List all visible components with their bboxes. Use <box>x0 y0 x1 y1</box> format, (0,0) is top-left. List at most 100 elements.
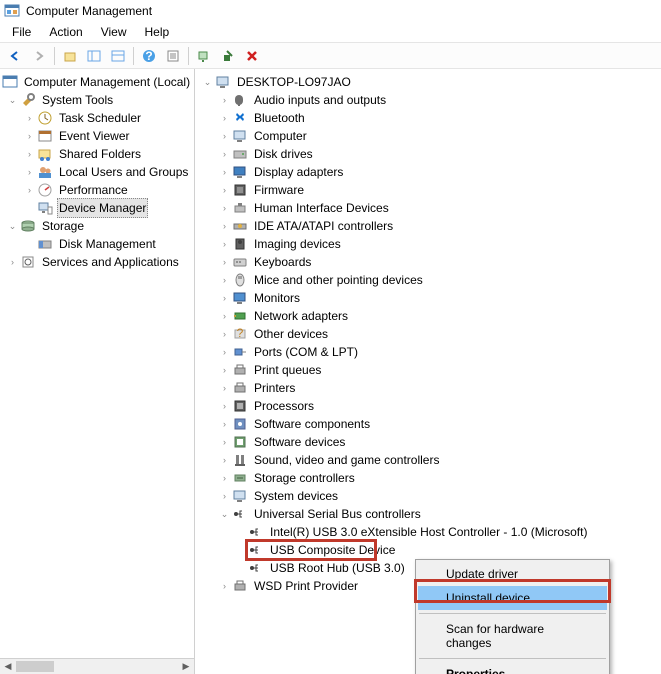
computer-icon <box>215 74 231 90</box>
device-category[interactable]: ›Firmware <box>201 181 661 199</box>
device-category[interactable]: ›Software devices <box>201 433 661 451</box>
expand-icon[interactable]: › <box>218 490 231 503</box>
detail-button[interactable] <box>162 45 184 67</box>
forward-button[interactable] <box>28 45 50 67</box>
expand-icon[interactable]: › <box>23 166 36 179</box>
scan-button[interactable] <box>193 45 215 67</box>
device-category[interactable]: ›Computer <box>201 127 661 145</box>
tree-task-scheduler[interactable]: ›Task Scheduler <box>2 109 194 127</box>
scroll-left-button[interactable]: ◀ <box>0 659 16 674</box>
menu-uninstall-device[interactable]: Uninstall device <box>418 586 607 610</box>
collapse-icon[interactable]: ⌄ <box>201 76 214 89</box>
device-category[interactable]: ›Print queues <box>201 361 661 379</box>
device-category[interactable]: ›Monitors <box>201 289 661 307</box>
device-usb-intel[interactable]: Intel(R) USB 3.0 eXtensible Host Control… <box>201 523 661 541</box>
expand-icon[interactable]: › <box>218 166 231 179</box>
help-button[interactable]: ? <box>138 45 160 67</box>
back-button[interactable] <box>4 45 26 67</box>
device-category[interactable]: ›Mice and other pointing devices <box>201 271 661 289</box>
device-category[interactable]: ›Imaging devices <box>201 235 661 253</box>
category-icon <box>232 200 248 216</box>
device-category[interactable]: ›Processors <box>201 397 661 415</box>
expand-icon[interactable]: › <box>218 382 231 395</box>
expand-icon[interactable]: › <box>218 148 231 161</box>
device-category[interactable]: ›IDE ATA/ATAPI controllers <box>201 217 661 235</box>
collapse-icon[interactable]: ⌄ <box>6 94 19 107</box>
expand-icon[interactable]: › <box>218 328 231 341</box>
tree-disk-management[interactable]: Disk Management <box>2 235 194 253</box>
category-icon <box>232 452 248 468</box>
horizontal-scrollbar[interactable]: ◀ ▶ <box>0 658 194 674</box>
expand-icon[interactable]: › <box>218 274 231 287</box>
tree-local-users[interactable]: ›Local Users and Groups <box>2 163 194 181</box>
expand-icon[interactable]: › <box>218 94 231 107</box>
device-category[interactable]: ›Sound, video and game controllers <box>201 451 661 469</box>
device-category[interactable]: ›Bluetooth <box>201 109 661 127</box>
device-root[interactable]: ⌄ DESKTOP-LO97JAO <box>201 73 661 91</box>
tree-event-viewer[interactable]: ›Event Viewer <box>2 127 194 145</box>
expand-icon[interactable]: › <box>218 346 231 359</box>
device-category[interactable]: ›Network adapters <box>201 307 661 325</box>
tree-performance[interactable]: ›Performance <box>2 181 194 199</box>
expand-icon[interactable]: › <box>23 130 36 143</box>
device-tree[interactable]: ⌄ DESKTOP-LO97JAO ›Audio inputs and outp… <box>195 69 661 599</box>
expand-icon[interactable]: › <box>23 148 36 161</box>
expand-icon[interactable]: › <box>218 400 231 413</box>
expand-icon[interactable]: › <box>23 184 36 197</box>
device-category[interactable]: ›System devices <box>201 487 661 505</box>
toolbar: ? <box>0 42 661 69</box>
device-category[interactable]: ›Keyboards <box>201 253 661 271</box>
properties-button[interactable] <box>107 45 129 67</box>
expand-icon[interactable]: › <box>218 454 231 467</box>
expand-icon[interactable]: › <box>218 184 231 197</box>
device-category[interactable]: ›Display adapters <box>201 163 661 181</box>
device-category[interactable]: ⌄Universal Serial Bus controllers <box>201 505 661 523</box>
menu-help[interactable]: Help <box>137 23 178 41</box>
expand-icon[interactable]: › <box>23 112 36 125</box>
expand-icon[interactable]: › <box>218 364 231 377</box>
menu-file[interactable]: File <box>4 23 39 41</box>
device-category[interactable]: ›Disk drives <box>201 145 661 163</box>
expand-icon[interactable]: › <box>218 310 231 323</box>
tree-device-manager[interactable]: Device Manager <box>2 199 194 217</box>
menu-scan-hardware[interactable]: Scan for hardware changes <box>418 617 607 655</box>
up-button[interactable] <box>59 45 81 67</box>
enable-button[interactable] <box>217 45 239 67</box>
scroll-right-button[interactable]: ▶ <box>178 659 194 674</box>
expand-icon[interactable]: › <box>218 256 231 269</box>
menu-view[interactable]: View <box>93 23 135 41</box>
menu-action[interactable]: Action <box>41 23 90 41</box>
device-category[interactable]: ›Storage controllers <box>201 469 661 487</box>
tree-services-apps[interactable]: ›Services and Applications <box>2 253 194 271</box>
expand-icon[interactable]: › <box>218 292 231 305</box>
collapse-icon[interactable]: ⌄ <box>6 220 19 233</box>
expand-icon[interactable]: › <box>218 130 231 143</box>
device-category[interactable]: ›Audio inputs and outputs <box>201 91 661 109</box>
expand-icon[interactable]: › <box>218 112 231 125</box>
tree-storage[interactable]: ⌄Storage <box>2 217 194 235</box>
uninstall-button[interactable] <box>241 45 263 67</box>
expand-icon[interactable]: › <box>218 436 231 449</box>
tree-root-computer-management[interactable]: Computer Management (Local) <box>2 73 194 91</box>
tree-system-tools[interactable]: ⌄ System Tools <box>2 91 194 109</box>
expand-icon[interactable]: › <box>218 472 231 485</box>
menu-update-driver[interactable]: Update driver <box>418 562 607 586</box>
tree-shared-folders[interactable]: ›Shared Folders <box>2 145 194 163</box>
console-tree[interactable]: Computer Management (Local) ⌄ System Too… <box>0 69 194 275</box>
collapse-icon[interactable]: ⌄ <box>218 508 231 521</box>
show-hide-tree-button[interactable] <box>83 45 105 67</box>
device-category[interactable]: ›Software components <box>201 415 661 433</box>
expand-icon[interactable]: › <box>218 418 231 431</box>
scroll-thumb[interactable] <box>16 661 54 672</box>
expand-icon[interactable]: › <box>218 220 231 233</box>
device-category[interactable]: ›Printers <box>201 379 661 397</box>
device-category[interactable]: ›Human Interface Devices <box>201 199 661 217</box>
device-usb-composite[interactable]: USB Composite Device <box>247 541 375 559</box>
expand-icon[interactable]: › <box>218 580 231 593</box>
expand-icon[interactable]: › <box>218 238 231 251</box>
expand-icon[interactable]: › <box>6 256 19 269</box>
device-category[interactable]: ›?Other devices <box>201 325 661 343</box>
device-category[interactable]: ›Ports (COM & LPT) <box>201 343 661 361</box>
expand-icon[interactable]: › <box>218 202 231 215</box>
menu-properties[interactable]: Properties <box>418 662 607 674</box>
